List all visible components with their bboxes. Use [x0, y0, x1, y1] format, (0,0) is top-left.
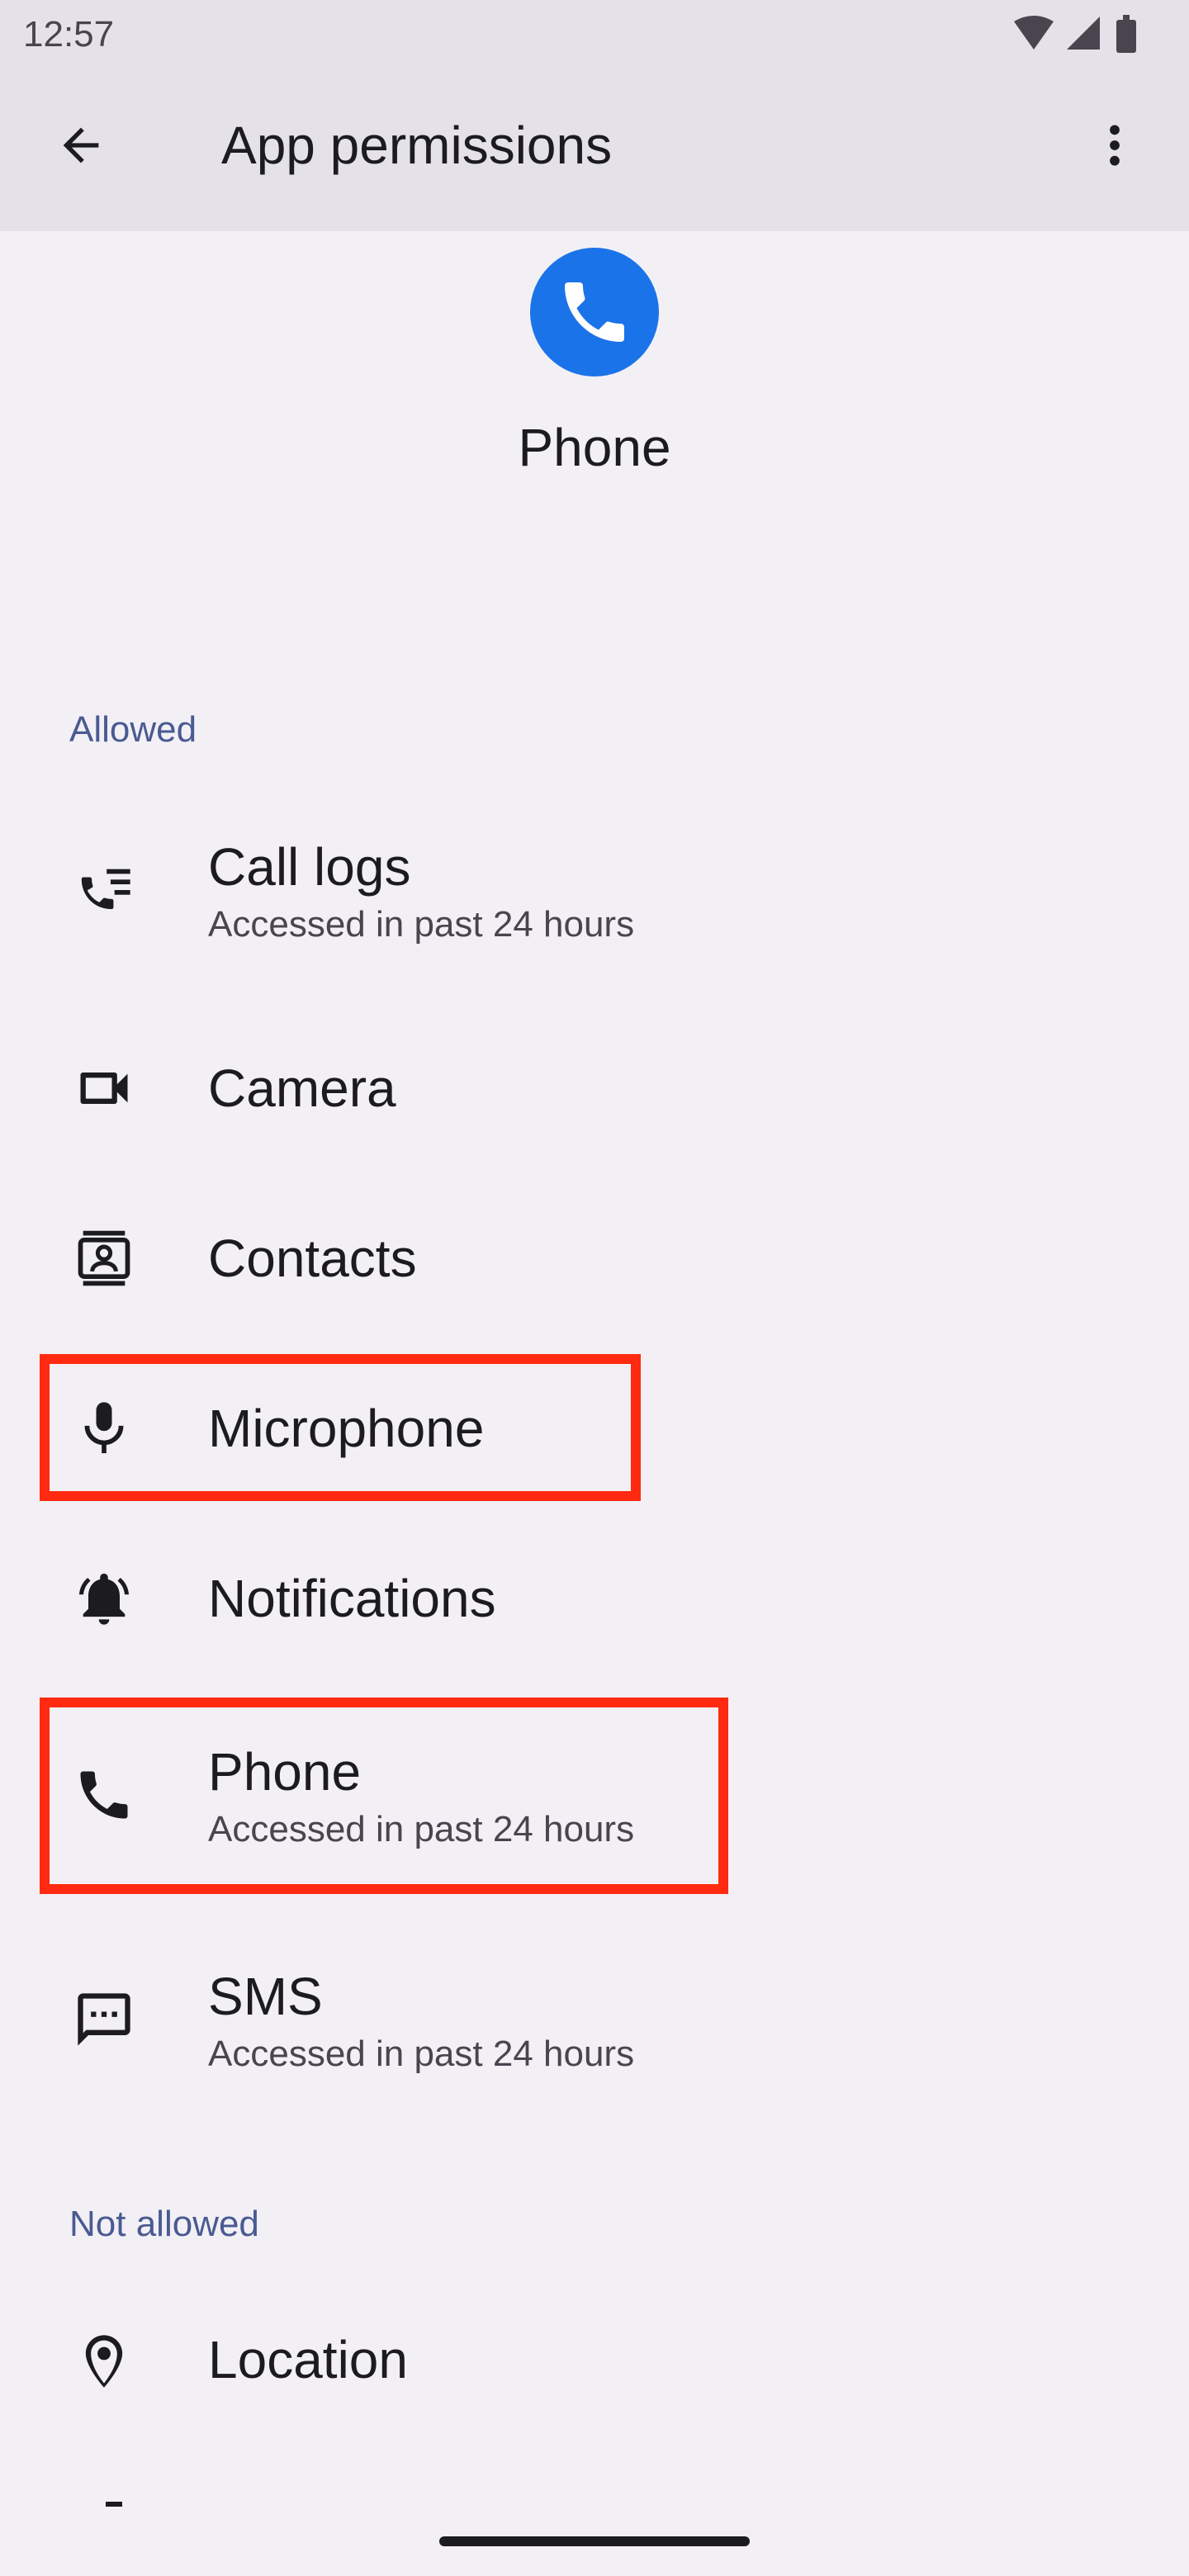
sms-icon: [69, 1985, 139, 2054]
permission-item-contacts[interactable]: Contacts: [0, 1214, 1189, 1305]
permission-subtitle: Accessed in past 24 hours: [208, 904, 635, 945]
permission-label: Notifications: [208, 1569, 496, 1628]
battery-icon: [1116, 15, 1136, 53]
gesture-nav-handle[interactable]: [439, 2536, 750, 2546]
permission-item-sms[interactable]: SMS Accessed in past 24 hours: [0, 1947, 1189, 2095]
app-name: Phone: [518, 418, 671, 477]
permission-label: Location: [208, 2330, 408, 2389]
page-title: App permissions: [221, 116, 613, 175]
arrow-back-icon: [54, 119, 107, 172]
more-options-button[interactable]: [1073, 104, 1156, 187]
status-time: 12:57: [23, 14, 115, 54]
section-header-not-allowed: Not allowed: [69, 2204, 259, 2244]
permission-label: Call logs: [208, 837, 411, 897]
permission-item-location[interactable]: Location: [0, 2315, 1189, 2406]
partial-list-item: [106, 2502, 122, 2507]
highlight-box-microphone: [40, 1354, 641, 1501]
status-icons: [1007, 12, 1149, 58]
permission-label: Camera: [208, 1058, 396, 1118]
wifi-icon: [1014, 16, 1054, 50]
permission-item-notifications[interactable]: Notifications: [0, 1554, 1189, 1645]
top-app-bar: App permissions: [0, 69, 1189, 231]
call-log-icon: [69, 855, 139, 925]
contacts-icon: [69, 1224, 139, 1293]
permission-item-camera[interactable]: Camera: [0, 1044, 1189, 1134]
back-button[interactable]: [40, 104, 122, 187]
permission-label: SMS: [208, 1967, 323, 2026]
more-vert-icon: [1088, 119, 1141, 172]
location-icon: [69, 2327, 139, 2396]
signal-icon: [1067, 17, 1100, 50]
phone-app-icon: [530, 248, 659, 376]
permission-item-call-logs[interactable]: Call logs Accessed in past 24 hours: [0, 817, 1189, 966]
section-header-allowed: Allowed: [69, 709, 197, 750]
notifications-icon: [69, 1564, 139, 1633]
permission-subtitle: Accessed in past 24 hours: [208, 2034, 635, 2074]
permission-label: Contacts: [208, 1229, 417, 1288]
highlight-box-phone: [40, 1698, 728, 1894]
camera-icon: [69, 1054, 139, 1123]
status-bar: 12:57: [0, 0, 1189, 69]
